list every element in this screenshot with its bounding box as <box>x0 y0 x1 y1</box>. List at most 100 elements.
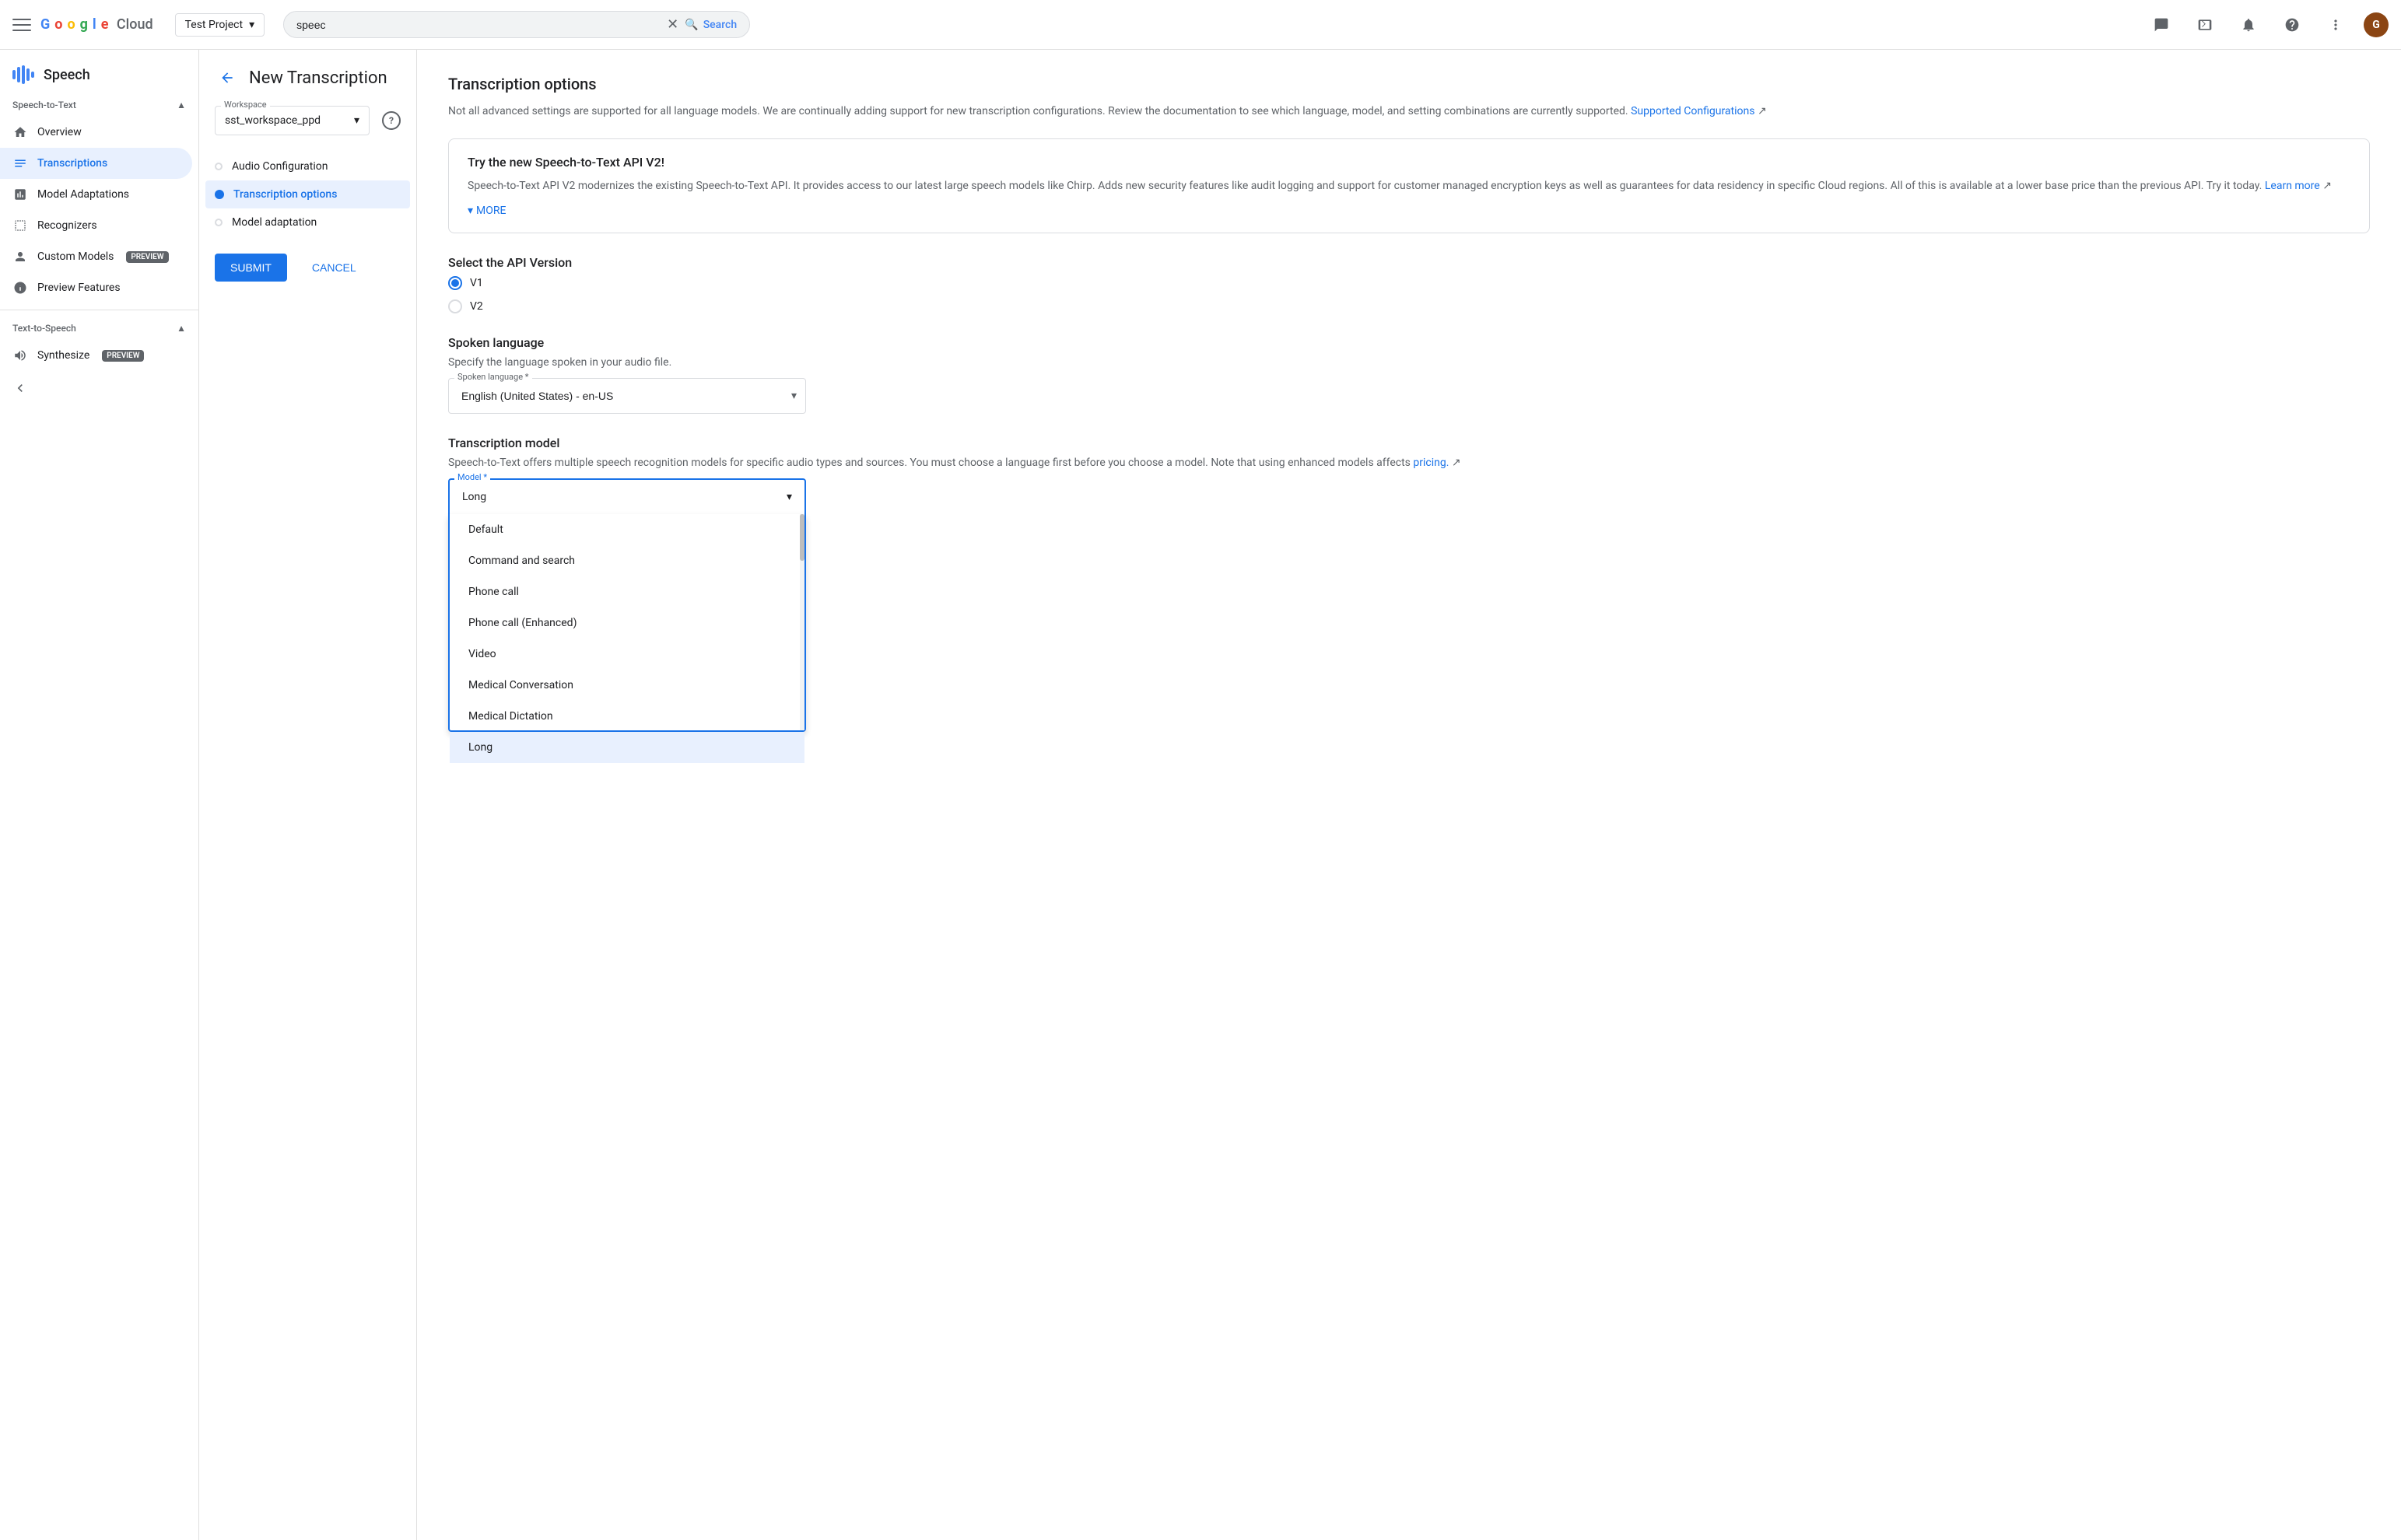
custom-models-preview-badge: PREVIEW <box>126 251 168 263</box>
model-selected-value: Long <box>462 491 486 503</box>
page-title: New Transcription <box>249 68 387 88</box>
pricing-external-icon: ↗ <box>1452 457 1461 469</box>
workspace-section: Workspace sst_workspace_ppd ▾ ? <box>215 106 401 135</box>
sidebar-item-custom-models[interactable]: Custom Models PREVIEW <box>0 241 192 272</box>
back-button[interactable] <box>215 65 240 90</box>
recognizers-label: Recognizers <box>37 219 97 232</box>
content-panel: Transcription options Not all advanced s… <box>417 50 2401 1540</box>
wizard-actions: SUBMIT CANCEL <box>215 254 401 282</box>
spoken-language-select[interactable]: English (United States) - en-US <box>448 378 806 414</box>
custom-models-icon <box>12 249 28 264</box>
model-field-label: Model * <box>454 472 490 482</box>
radio-label-v2: V2 <box>470 300 483 313</box>
project-name: Test Project <box>185 19 243 31</box>
step-audio-config[interactable]: Audio Configuration <box>215 154 401 179</box>
spoken-language-label: Spoken language <box>448 335 2370 350</box>
chevron-up-icon-tts: ▲ <box>177 323 186 334</box>
wizard-panel: New Transcription Workspace sst_workspac… <box>199 50 417 1540</box>
model-dropdown: Default Command and search Phone call Ph… <box>448 514 806 732</box>
collapse-sidebar-button[interactable] <box>0 371 198 405</box>
overview-label: Overview <box>37 126 82 138</box>
sidebar: Speech Speech-to-Text ▲ Overview Transcr… <box>0 50 199 1540</box>
sidebar-product: Speech <box>0 56 198 93</box>
preview-features-icon <box>12 280 28 296</box>
submit-button[interactable]: SUBMIT <box>215 254 287 282</box>
model-option-default[interactable]: Default <box>450 514 804 545</box>
sidebar-item-transcriptions[interactable]: Transcriptions <box>0 148 192 179</box>
radio-v2[interactable]: V2 <box>448 299 2370 313</box>
model-option-medical-dictation[interactable]: Medical Dictation <box>450 701 804 732</box>
api-version-label: Select the API Version <box>448 255 2370 270</box>
pricing-link[interactable]: pricing. <box>1413 457 1449 469</box>
radio-label-v1: V1 <box>470 277 483 289</box>
supported-configurations-link[interactable]: Supported Configurations <box>1631 105 1754 117</box>
chevron-up-icon: ▲ <box>177 100 186 110</box>
learn-more-external-icon: ↗ <box>2322 180 2332 192</box>
topbar-left: Google Cloud Test Project ▾ <box>12 13 265 37</box>
cloud-shell-icon[interactable] <box>2189 9 2220 40</box>
transcription-model-sublabel: Speech-to-Text offers multiple speech re… <box>448 457 2370 469</box>
model-option-command-search[interactable]: Command and search <box>450 545 804 576</box>
step-transcription-options[interactable]: Transcription options <box>205 180 410 208</box>
workspace-help-button[interactable]: ? <box>382 111 401 130</box>
help-icon[interactable] <box>2277 9 2308 40</box>
sidebar-item-synthesize[interactable]: Synthesize PREVIEW <box>0 340 192 371</box>
sidebar-item-overview[interactable]: Overview <box>0 117 192 148</box>
search-input[interactable] <box>296 19 667 31</box>
transcription-model-label: Transcription model <box>448 436 2370 450</box>
wizard-steps: Audio Configuration Transcription option… <box>215 154 401 235</box>
search-button[interactable]: 🔍 Search <box>685 19 737 31</box>
google-cloud-logo: Google Cloud <box>40 16 153 33</box>
radio-v1[interactable]: V1 <box>448 276 2370 290</box>
info-box-title: Try the new Speech-to-Text API V2! <box>468 155 2350 170</box>
api-version-radio-group: V1 V2 <box>448 276 2370 313</box>
sidebar-product-name: Speech <box>44 67 90 83</box>
model-select-trigger[interactable]: Long ▾ <box>448 478 806 514</box>
sidebar-item-model-adaptations[interactable]: Model Adaptations <box>0 179 192 210</box>
info-box: Try the new Speech-to-Text API V2! Speec… <box>448 138 2370 233</box>
transcription-model-section: Transcription model Speech-to-Text offer… <box>448 436 2370 514</box>
external-link-icon: ↗ <box>1758 105 1767 117</box>
radio-circle-v1 <box>448 276 462 290</box>
model-arrow-icon: ▾ <box>787 491 792 503</box>
model-option-long[interactable]: Long <box>450 732 804 763</box>
step-dot-audio <box>215 163 223 170</box>
model-adaptations-icon <box>12 187 28 202</box>
more-options-icon[interactable] <box>2320 9 2351 40</box>
avatar[interactable]: G <box>2364 12 2389 37</box>
workspace-select[interactable]: sst_workspace_ppd ▾ <box>215 106 370 135</box>
workspace-dropdown-icon: ▾ <box>354 114 359 127</box>
model-option-phone-call[interactable]: Phone call <box>450 576 804 607</box>
model-option-phone-call-enhanced[interactable]: Phone call (Enhanced) <box>450 607 804 639</box>
home-icon <box>12 124 28 140</box>
transcriptions-icon <box>12 156 28 171</box>
topbar-right: G <box>2146 9 2389 40</box>
step-model-adaptation[interactable]: Model adaptation <box>215 210 401 235</box>
more-button[interactable]: ▾ MORE <box>468 205 506 217</box>
dropdown-scroll-thumb <box>800 514 804 561</box>
search-clear-icon[interactable]: ✕ <box>667 16 678 33</box>
notifications-icon[interactable] <box>2233 9 2264 40</box>
custom-models-label: Custom Models <box>37 250 114 263</box>
dropdown-scrollbar[interactable] <box>800 514 804 730</box>
workspace-value: sst_workspace_ppd <box>225 114 321 127</box>
project-selector[interactable]: Test Project ▾ <box>175 13 265 37</box>
speech-to-text-section[interactable]: Speech-to-Text ▲ <box>0 93 198 117</box>
feedback-icon[interactable] <box>2146 9 2177 40</box>
model-option-video[interactable]: Video <box>450 639 804 670</box>
text-to-speech-section[interactable]: Text-to-Speech ▲ <box>0 317 198 340</box>
topbar: Google Cloud Test Project ▾ ✕ 🔍 Search <box>0 0 2401 50</box>
project-dropdown-icon: ▾ <box>249 19 254 31</box>
sidebar-item-preview-features[interactable]: Preview Features <box>0 272 192 303</box>
model-select-wrapper: Model * Long ▾ Default Command and searc… <box>448 478 806 514</box>
spoken-language-sublabel: Specify the language spoken in your audi… <box>448 356 2370 369</box>
learn-more-link[interactable]: Learn more <box>2265 180 2320 192</box>
synthesize-icon <box>12 348 28 363</box>
menu-icon[interactable] <box>12 16 31 34</box>
recognizers-icon <box>12 218 28 233</box>
step-label-audio: Audio Configuration <box>232 160 328 173</box>
model-option-medical-conversation[interactable]: Medical Conversation <box>450 670 804 701</box>
info-box-description: Speech-to-Text API V2 modernizes the exi… <box>468 177 2350 194</box>
cancel-button[interactable]: CANCEL <box>296 254 372 282</box>
sidebar-item-recognizers[interactable]: Recognizers <box>0 210 192 241</box>
